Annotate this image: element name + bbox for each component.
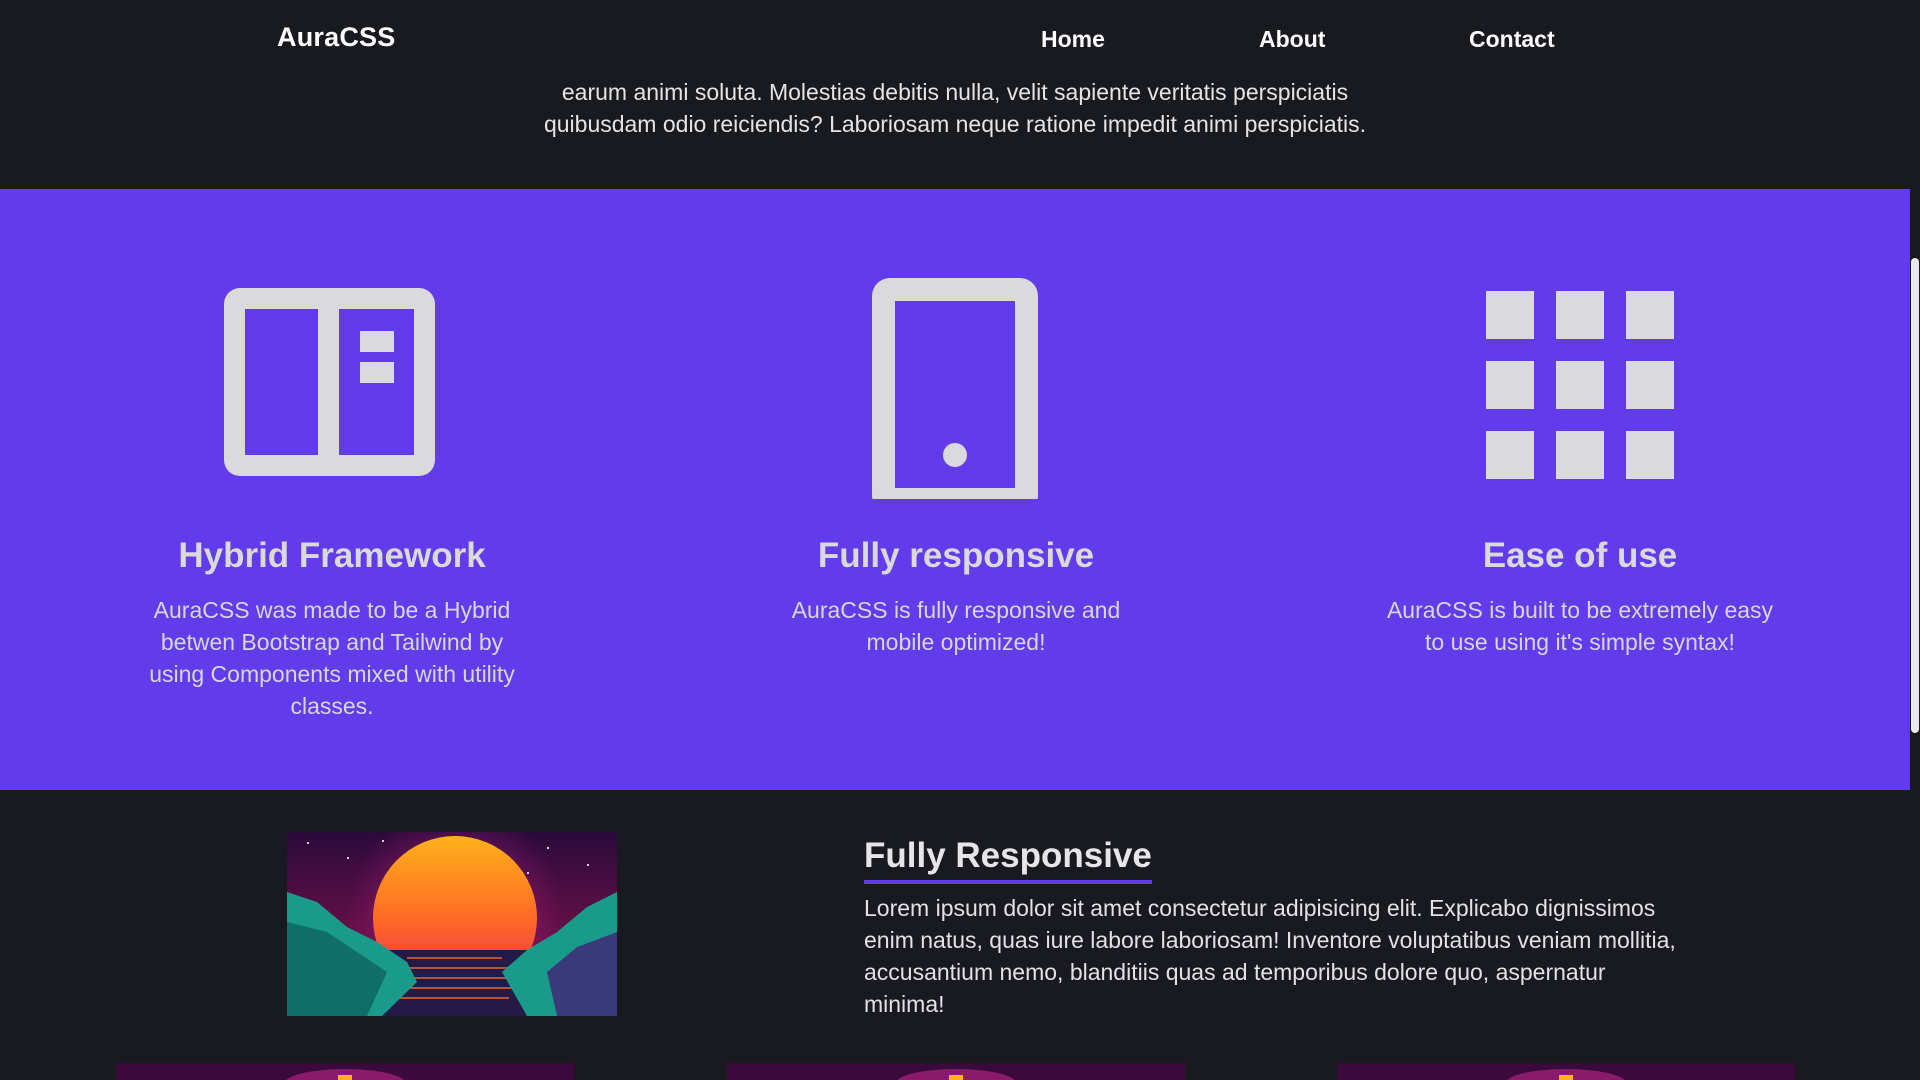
scrollbar-thumb[interactable]	[1911, 258, 1919, 733]
page: AuraCSS Home About Contact earum animi s…	[0, 0, 1920, 1080]
navbar: AuraCSS Home About Contact	[0, 0, 1910, 80]
grid-icon	[1380, 259, 1780, 499]
card-image-preview[interactable]	[1337, 1063, 1795, 1080]
hero-text-line-2: quibusdam odio reiciendis? Laboriosam ne…	[543, 111, 1367, 137]
feature-description: AuraCSS is fully responsive and mobile o…	[791, 597, 1121, 655]
feature-title: Hybrid Framework	[178, 536, 486, 575]
brand-logo[interactable]: AuraCSS	[277, 22, 395, 53]
feature-title: Ease of use	[1482, 536, 1678, 575]
phone-icon	[756, 259, 1156, 499]
feature-title: Fully responsive	[817, 536, 1095, 575]
section-heading: Fully Responsive	[864, 836, 1152, 884]
feature-description: AuraCSS was made to be a Hybrid betwen B…	[149, 597, 515, 719]
synthwave-sunset-image	[287, 832, 617, 1016]
nav-link-contact[interactable]: Contact	[1469, 26, 1555, 53]
section-body-text: Lorem ipsum dolor sit amet consectetur a…	[864, 895, 1676, 1017]
sidebar-layout-icon	[132, 259, 532, 499]
feature-description: AuraCSS is built to be extremely easy to…	[1386, 597, 1774, 655]
hero-text-line-1: earum animi soluta. Molestias debitis nu…	[561, 79, 1349, 105]
nav-link-home[interactable]: Home	[1041, 26, 1105, 53]
hero-text: earum animi soluta. Molestias debitis nu…	[490, 76, 1420, 140]
nav-link-about[interactable]: About	[1259, 26, 1325, 53]
features-section: Hybrid Framework AuraCSS was made to be …	[0, 189, 1910, 790]
card-image-preview[interactable]	[727, 1063, 1185, 1080]
card-image-preview[interactable]	[116, 1063, 574, 1080]
